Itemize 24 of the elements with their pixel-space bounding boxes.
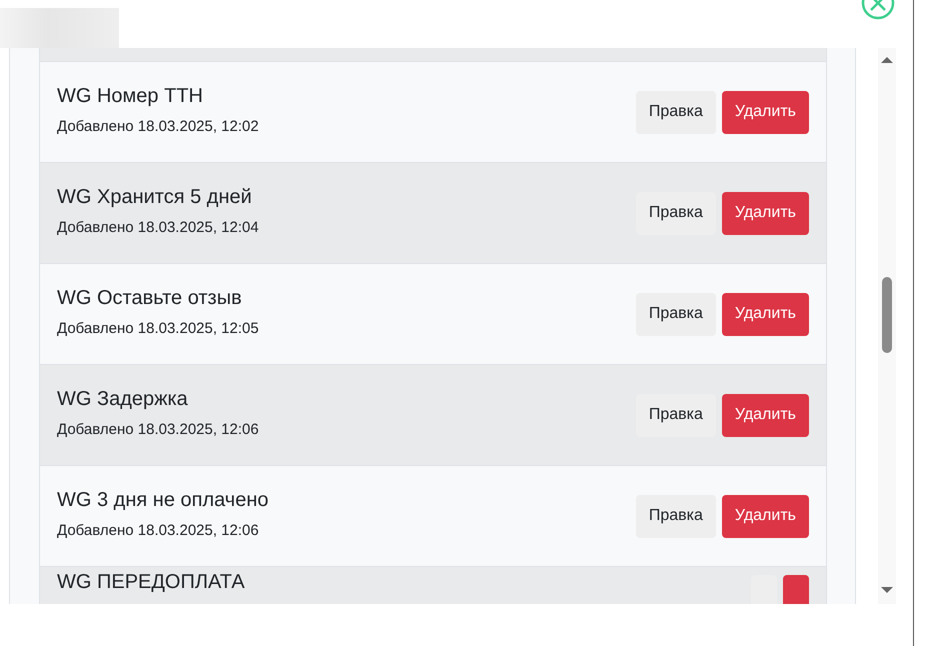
added-date: Добавлено 18.03.2025, 12:06: [57, 522, 259, 539]
added-date: Добавлено 18.03.2025, 12:02: [57, 118, 259, 135]
delete-button[interactable]: Удалить: [722, 292, 809, 336]
added-date: Добавлено 18.03.2025, 12:06: [57, 421, 259, 438]
template-title: WG Задержка: [57, 388, 188, 411]
delete-button[interactable]: Удалить: [722, 394, 809, 436]
edit-button[interactable]: Правка: [636, 494, 716, 538]
edit-button[interactable]: Правка: [636, 292, 716, 336]
template-title: WG Хранится 5 дней: [57, 186, 252, 209]
scrollbar-thumb[interactable]: [882, 277, 892, 353]
edit-button[interactable]: Правка: [636, 192, 716, 234]
scroll-down-icon[interactable]: [881, 586, 893, 594]
template-title: WG Оставьте отзыв: [57, 287, 242, 310]
template-title: WG ПЕРЕДОПЛАТА: [57, 571, 245, 594]
template-title: WG Номер ТТН: [57, 85, 203, 108]
delete-button[interactable]: Удалить: [722, 192, 809, 234]
added-date: Добавлено 18.03.2025, 12:04: [57, 219, 259, 236]
edit-button[interactable]: Правка: [636, 90, 716, 134]
scroll-up-icon[interactable]: [881, 56, 893, 64]
delete-button[interactable]: Удалить: [722, 494, 809, 538]
template-title: WG 3 дня не оплачено: [57, 489, 269, 512]
edit-button[interactable]: Правка: [636, 394, 716, 436]
delete-button[interactable]: Удалить: [722, 90, 809, 134]
added-date: Добавлено 18.03.2025, 12:05: [57, 320, 259, 337]
